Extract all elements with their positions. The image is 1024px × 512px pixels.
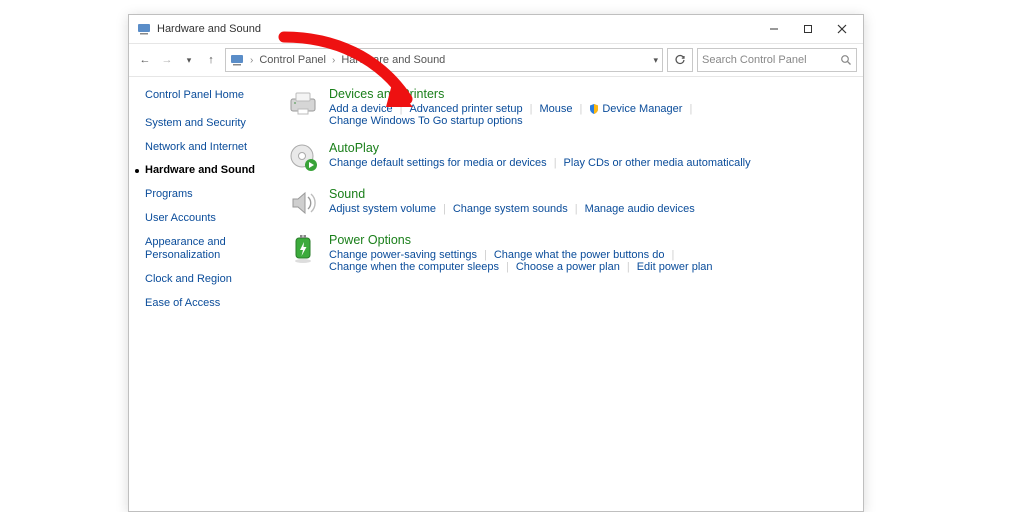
breadcrumb-current[interactable]: Hardware and Sound: [341, 54, 445, 66]
sidebar-item-network-internet[interactable]: Network and Internet: [145, 141, 275, 155]
link-add-device[interactable]: Add a device: [329, 103, 393, 115]
category-power-options: Power Options Change power-saving settin…: [287, 233, 847, 273]
power-options-icon: [287, 233, 319, 265]
recent-locations-button[interactable]: ▾: [179, 50, 199, 70]
link-mouse[interactable]: Mouse: [539, 103, 572, 115]
category-autoplay: AutoPlay Change default settings for med…: [287, 141, 847, 173]
category-title[interactable]: Devices and Printers: [329, 87, 847, 101]
link-power-button-action[interactable]: Change what the power buttons do: [494, 249, 665, 261]
sidebar-item-user-accounts[interactable]: User Accounts: [145, 212, 275, 226]
minimize-button[interactable]: [757, 17, 791, 41]
link-windows-to-go[interactable]: Change Windows To Go startup options: [329, 115, 523, 127]
address-bar[interactable]: › Control Panel › Hardware and Sound ▾: [225, 48, 663, 72]
sidebar-home-link[interactable]: Control Panel Home: [145, 89, 275, 103]
search-placeholder: Search Control Panel: [702, 54, 807, 66]
link-change-media-defaults[interactable]: Change default settings for media or dev…: [329, 157, 547, 169]
link-edit-power-plan[interactable]: Edit power plan: [637, 261, 713, 273]
link-computer-sleep[interactable]: Change when the computer sleeps: [329, 261, 499, 273]
chevron-right-icon: ›: [332, 55, 335, 66]
nav-up-button[interactable]: ↑: [201, 50, 221, 70]
sidebar-item-hardware-sound[interactable]: Hardware and Sound: [145, 164, 275, 178]
breadcrumb-root[interactable]: Control Panel: [259, 54, 326, 66]
control-panel-window: Hardware and Sound ← → ▾ ↑ › Control P: [128, 14, 864, 512]
search-input[interactable]: Search Control Panel: [697, 48, 857, 72]
autoplay-icon: [287, 141, 319, 173]
link-advanced-printer-setup[interactable]: Advanced printer setup: [409, 103, 522, 115]
sidebar-item-ease-of-access[interactable]: Ease of Access: [145, 297, 275, 311]
link-choose-power-plan[interactable]: Choose a power plan: [516, 261, 620, 273]
nav-forward-button[interactable]: →: [157, 50, 177, 70]
shield-icon: [589, 104, 599, 114]
sidebar-item-appearance[interactable]: Appearance and Personalization: [145, 236, 275, 264]
category-title[interactable]: Power Options: [329, 233, 847, 247]
refresh-button[interactable]: [667, 48, 693, 72]
category-title[interactable]: AutoPlay: [329, 141, 847, 155]
devices-printers-icon: [287, 87, 319, 119]
sound-icon: [287, 187, 319, 219]
app-icon: [137, 22, 151, 36]
title-bar: Hardware and Sound: [129, 15, 863, 43]
link-change-system-sounds[interactable]: Change system sounds: [453, 203, 568, 215]
link-power-saving-settings[interactable]: Change power-saving settings: [329, 249, 477, 261]
nav-bar: ← → ▾ ↑ › Control Panel › Hardware and S…: [129, 43, 863, 77]
sidebar: Control Panel Home System and Security N…: [129, 77, 283, 511]
chevron-right-icon: ›: [250, 55, 253, 66]
sidebar-item-clock-region[interactable]: Clock and Region: [145, 273, 275, 287]
address-icon: [230, 53, 244, 67]
category-sound: Sound Adjust system volume| Change syste…: [287, 187, 847, 219]
link-play-cds[interactable]: Play CDs or other media automatically: [564, 157, 751, 169]
chevron-down-icon[interactable]: ▾: [653, 55, 658, 66]
sidebar-item-programs[interactable]: Programs: [145, 188, 275, 202]
category-title[interactable]: Sound: [329, 187, 847, 201]
content-pane: Devices and Printers Add a device| Advan…: [283, 77, 863, 511]
close-button[interactable]: [825, 17, 859, 41]
search-icon: [840, 54, 852, 66]
link-adjust-volume[interactable]: Adjust system volume: [329, 203, 436, 215]
category-devices-printers: Devices and Printers Add a device| Advan…: [287, 87, 847, 127]
nav-back-button[interactable]: ←: [135, 50, 155, 70]
link-device-manager[interactable]: Device Manager: [602, 103, 682, 115]
sidebar-item-system-security[interactable]: System and Security: [145, 117, 275, 131]
window-title: Hardware and Sound: [157, 23, 261, 35]
maximize-button[interactable]: [791, 17, 825, 41]
link-manage-audio-devices[interactable]: Manage audio devices: [585, 203, 695, 215]
